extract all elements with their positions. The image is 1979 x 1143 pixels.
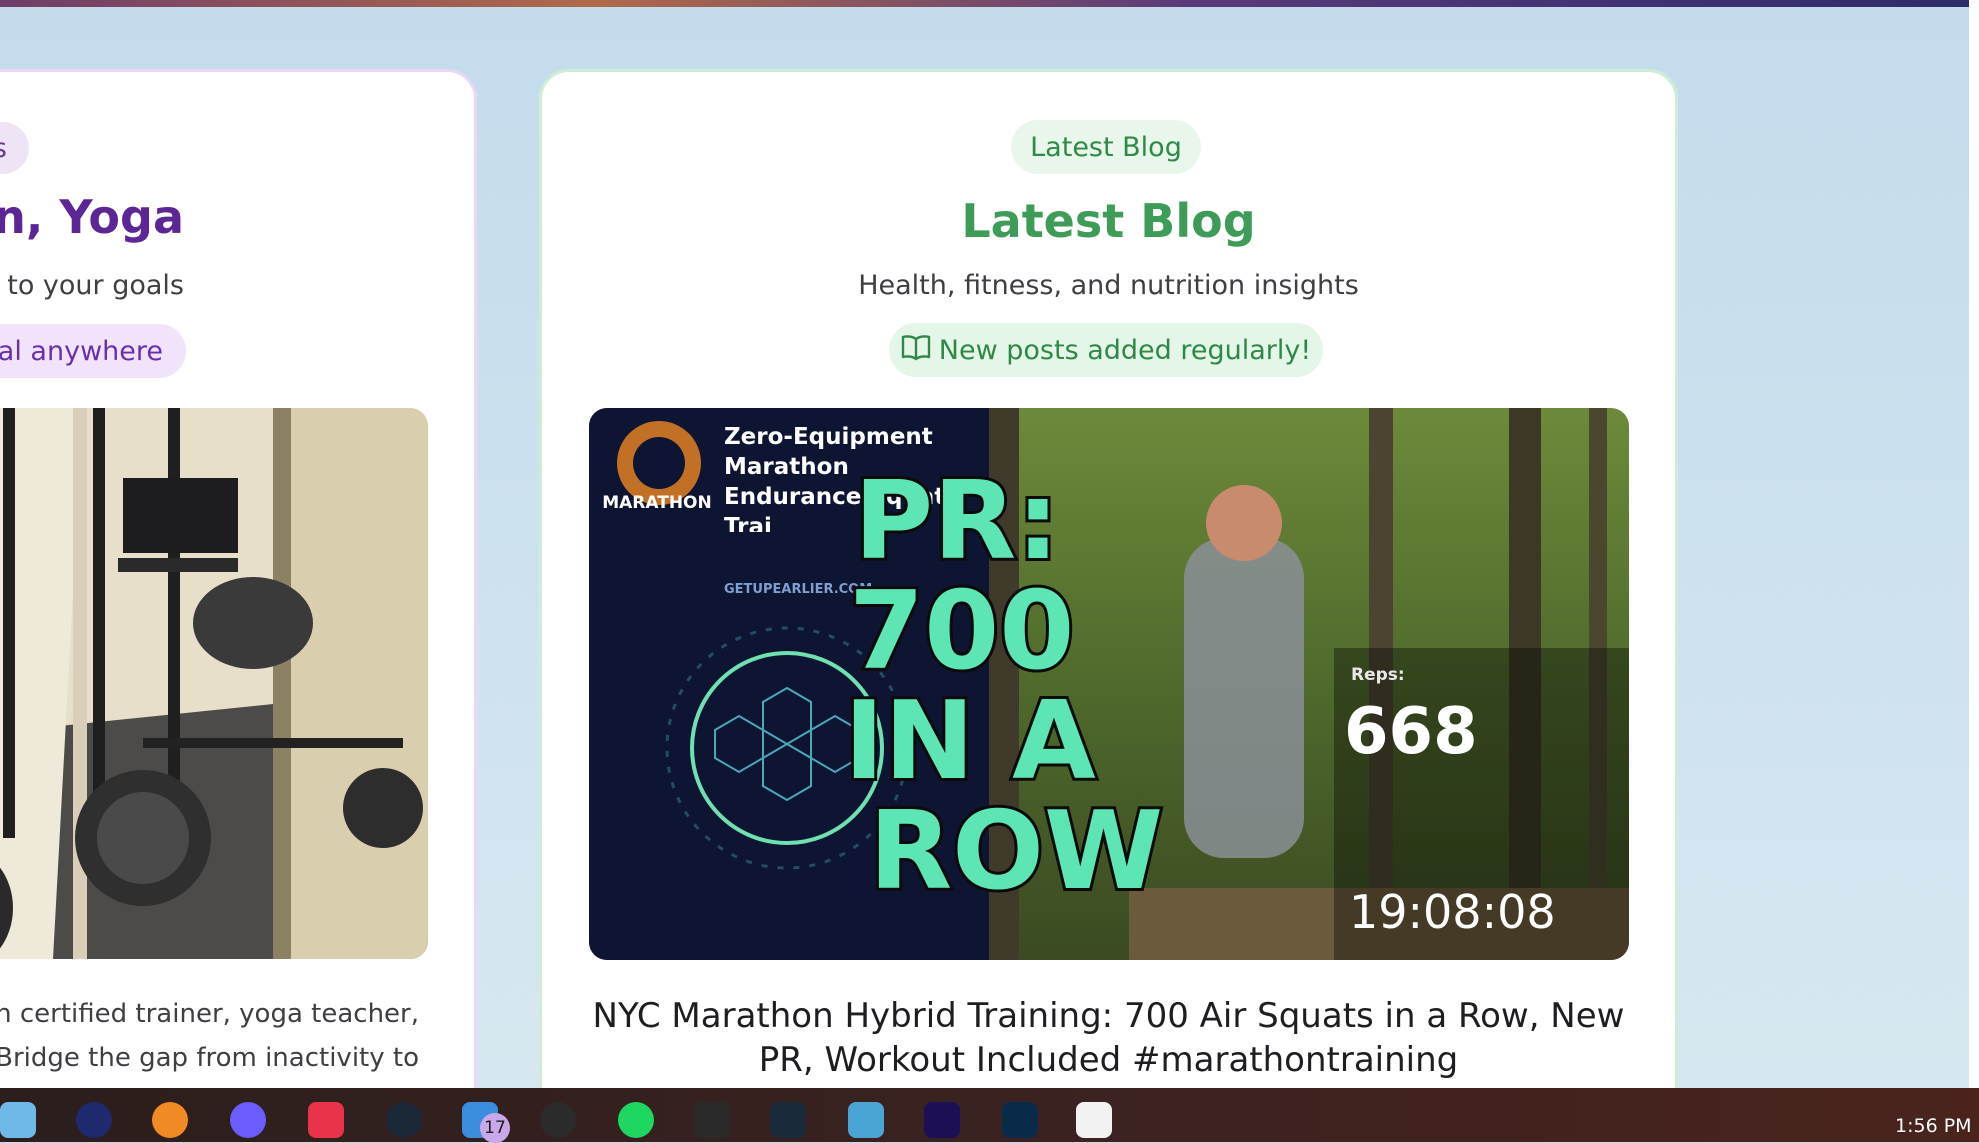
premiere-icon[interactable] [924, 1102, 960, 1138]
overlay-line-2: 700 [849, 569, 1074, 694]
notepad-icon[interactable] [0, 1102, 36, 1138]
card-title: on, Yoga [0, 190, 184, 244]
firefox-icon[interactable] [152, 1102, 188, 1138]
epic-games-icon[interactable] [694, 1102, 730, 1138]
calendar-icon[interactable] [1076, 1102, 1112, 1138]
card-badge-label: ual anywhere [0, 335, 163, 367]
card-tag-label: s [0, 133, 7, 164]
user-icon[interactable] [848, 1102, 884, 1138]
latest-blog-subtitle: Health, fitness, and nutrition insights [858, 270, 1359, 301]
program-card: s on, Yoga d to your goals ual anywhere … [0, 69, 477, 1115]
new-posts-badge: New posts added regularly! [889, 323, 1323, 377]
card-description-line-2: Bridge the gap from inactivity to [0, 1043, 419, 1073]
creative-cloud-icon[interactable] [308, 1102, 344, 1138]
app-icon[interactable] [770, 1102, 806, 1138]
taskbar-clock[interactable]: 1:56 PM [1895, 1115, 1972, 1137]
card-description: n certified trainer, yoga teacher, Bridg… [0, 992, 419, 1080]
taskbar [0, 1088, 1979, 1142]
overlay-line-1: PR: [854, 459, 1060, 584]
latest-blog-tag: Latest Blog [1011, 120, 1201, 174]
top-accent-bar [0, 0, 1979, 7]
gym-photo [0, 408, 428, 959]
github-icon[interactable] [540, 1102, 576, 1138]
overlay-line-4: ROW [869, 789, 1163, 914]
latest-blog-title: Latest Blog [961, 194, 1256, 248]
blog-post-title[interactable]: NYC Marathon Hybrid Training: 700 Air Sq… [572, 994, 1645, 1082]
chat-icon[interactable] [230, 1102, 266, 1138]
card-description-line-1: n certified trainer, yoga teacher, [0, 999, 419, 1029]
timer-text: 19:08:08 [1349, 885, 1556, 939]
reps-label: Reps: [1351, 665, 1405, 685]
blog-post-thumbnail[interactable]: MARATHON Zero-Equipment Marathon Enduran… [589, 408, 1629, 960]
book-open-icon [901, 333, 931, 368]
reps-value: 668 [1344, 695, 1478, 769]
mail-badge: 17 [480, 1113, 510, 1143]
spotify-icon[interactable] [618, 1102, 654, 1138]
card-tag: s [0, 122, 29, 174]
marathon-logo-text: MARATHON [602, 493, 712, 513]
latest-blog-card: Latest Blog Latest Blog Health, fitness,… [539, 69, 1678, 1115]
scrollbar-track[interactable] [1969, 0, 1979, 1088]
browser-icon[interactable] [76, 1102, 112, 1138]
steam-icon[interactable] [386, 1102, 422, 1138]
card-badge: ual anywhere [0, 324, 186, 378]
photoshop-icon[interactable] [1002, 1102, 1038, 1138]
card-subtitle: d to your goals [0, 270, 184, 301]
latest-blog-tag-label: Latest Blog [1030, 131, 1182, 163]
overlay-line-3: IN A [844, 679, 1096, 804]
new-posts-label: New posts added regularly! [938, 334, 1312, 366]
